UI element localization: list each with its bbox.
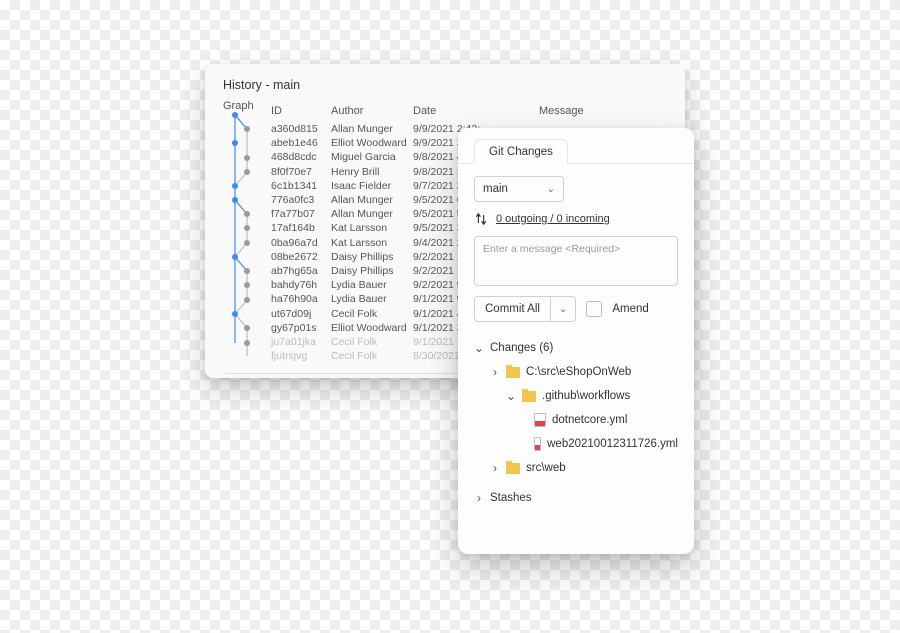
col-id: ID	[271, 105, 331, 117]
branch-selector[interactable]: main ⌄	[474, 176, 564, 202]
commit-message-input[interactable]: Enter a message <Required>	[474, 236, 678, 286]
commit-id: abeb1e46	[271, 137, 331, 149]
commit-id: 468d8cdc	[271, 151, 331, 163]
commit-id: 8f0f70e7	[271, 166, 331, 178]
commit-author: Allan Munger	[331, 194, 413, 206]
commit-id: ut67d09j	[271, 308, 331, 320]
commit-label: Commit All	[475, 303, 550, 315]
commit-id: f7a77b07	[271, 208, 331, 220]
commit-id: 776a0fc3	[271, 194, 331, 206]
branch-name: main	[483, 183, 508, 195]
folder-label: C:\src\eShopOnWeb	[526, 366, 631, 378]
col-msg: Message	[499, 105, 685, 117]
changes-header: Changes (6)	[490, 342, 553, 354]
commit-author: Kat Larsson	[331, 222, 413, 234]
sync-link[interactable]: 0 outgoing / 0 incoming	[496, 213, 610, 225]
commit-author: Elliot Woodward	[331, 137, 413, 149]
changes-section[interactable]: ⌄ Changes (6)	[474, 336, 678, 360]
tree-folder-srcweb[interactable]: › src\web	[474, 456, 678, 480]
stashes-label: Stashes	[490, 492, 532, 504]
folder-label: src\web	[526, 462, 566, 474]
tab-git-changes[interactable]: Git Changes	[474, 139, 568, 164]
chevron-right-icon: ›	[474, 491, 484, 505]
table-header: Graph ID Author Date Message	[223, 100, 685, 122]
commit-id: ju7a01jka	[271, 336, 331, 348]
col-author: Author	[331, 105, 413, 117]
commit-author: Allan Munger	[331, 208, 413, 220]
commit-author: Elliot Woodward	[331, 322, 413, 334]
commit-author: Miguel Garcia	[331, 151, 413, 163]
commit-author: Cecil Folk	[331, 350, 413, 362]
chevron-right-icon: ›	[490, 461, 500, 475]
chevron-down-icon: ⌄	[559, 304, 567, 315]
commit-id: 0ba96a7d	[271, 237, 331, 249]
tree-folder-root[interactable]: › C:\src\eShopOnWeb	[474, 360, 678, 384]
git-changes-window: Git Changes main ⌄ 0 outgoing / 0 incomi…	[458, 128, 694, 554]
commit-id: a360d815	[271, 123, 331, 135]
history-title: History - main	[205, 64, 685, 100]
commit-id: 08be2672	[271, 251, 331, 263]
tab-bar: Git Changes	[458, 128, 694, 164]
folder-icon	[506, 367, 520, 378]
sync-status: 0 outgoing / 0 incoming	[474, 212, 678, 226]
commit-id: ab7hg65a	[271, 265, 331, 277]
sync-arrows-icon	[474, 212, 488, 226]
panel-body: main ⌄ 0 outgoing / 0 incoming Enter a m…	[458, 164, 694, 554]
folder-label: .github\workflows	[542, 390, 630, 402]
commit-author: Henry Brill	[331, 166, 413, 178]
tree-file[interactable]: dotnetcore.yml	[474, 408, 678, 432]
yaml-file-icon	[534, 413, 546, 427]
placeholder-text: Enter a message <Required>	[483, 243, 620, 255]
chevron-down-icon: ⌄	[506, 389, 516, 403]
commit-id: ha76h90a	[271, 293, 331, 305]
commit-author: Lydia Bauer	[331, 293, 413, 305]
amend-label: Amend	[612, 303, 648, 315]
folder-icon	[506, 463, 520, 474]
commit-author: Allan Munger	[331, 123, 413, 135]
commit-id: gy67p01s	[271, 322, 331, 334]
col-graph: Graph	[223, 100, 271, 122]
file-label: dotnetcore.yml	[552, 414, 627, 426]
commit-author: Daisy Phillips	[331, 265, 413, 277]
commit-author: Kat Larsson	[331, 237, 413, 249]
file-label: web20210012311726.yml	[547, 438, 678, 450]
commit-author: Cecil Folk	[331, 308, 413, 320]
tree-folder-workflows[interactable]: ⌄ .github\workflows	[474, 384, 678, 408]
commit-id: 17af164b	[271, 222, 331, 234]
tab-label: Git Changes	[489, 146, 553, 158]
chevron-down-icon: ⌄	[474, 341, 484, 355]
chevron-down-icon: ⌄	[547, 184, 555, 195]
commit-id: bahdy76h	[271, 279, 331, 291]
commit-controls: Commit All ⌄ Amend	[474, 296, 678, 322]
commit-all-button[interactable]: Commit All ⌄	[474, 296, 576, 322]
commit-author: Daisy Phillips	[331, 251, 413, 263]
changes-tree: ⌄ Changes (6) › C:\src\eShopOnWeb ⌄ .git…	[474, 336, 678, 510]
stashes-section[interactable]: › Stashes	[474, 486, 678, 510]
commit-author: Cecil Folk	[331, 336, 413, 348]
folder-icon	[522, 391, 536, 402]
amend-checkbox[interactable]	[586, 301, 602, 317]
commit-author: Lydia Bauer	[331, 279, 413, 291]
chevron-right-icon: ›	[490, 365, 500, 379]
col-date: Date	[413, 105, 499, 117]
commit-id: 6c1b1341	[271, 180, 331, 192]
commit-dropdown[interactable]: ⌄	[550, 297, 575, 321]
yaml-file-icon	[534, 437, 541, 451]
commit-author: Isaac Fielder	[331, 180, 413, 192]
tree-file[interactable]: web20210012311726.yml	[474, 432, 678, 456]
commit-id: fjutrsjvg	[271, 350, 331, 362]
